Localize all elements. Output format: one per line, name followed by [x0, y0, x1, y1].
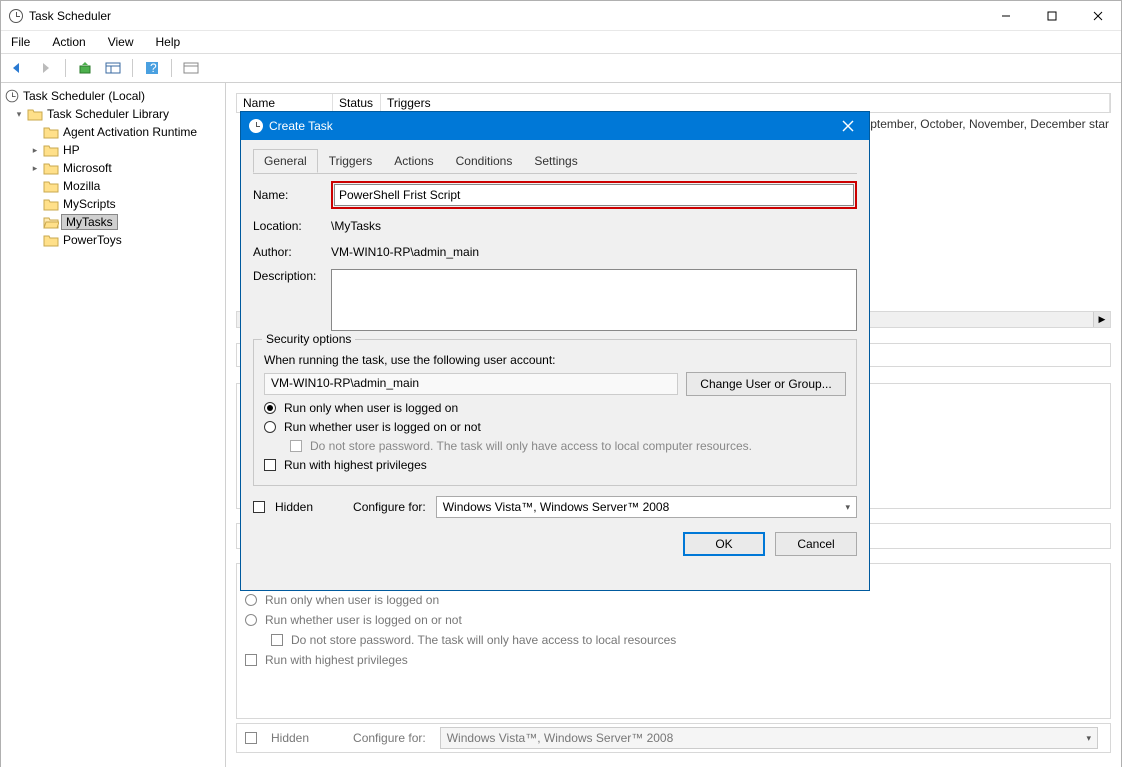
opt-no-password: Do not store password. The task will onl… — [264, 439, 846, 453]
opt-run-logged-on[interactable]: Run only when user is logged on — [264, 401, 846, 415]
menubar: File Action View Help — [1, 31, 1121, 53]
security-options: Security options When running the task, … — [253, 339, 857, 486]
change-user-button[interactable]: Change User or Group... — [686, 372, 846, 396]
tab-general[interactable]: General — [253, 149, 318, 173]
location-label: Location: — [253, 219, 331, 233]
description-textarea[interactable] — [331, 269, 857, 331]
col-triggers[interactable]: Triggers — [381, 94, 1110, 112]
folder-icon — [43, 197, 59, 211]
dialog-titlebar[interactable]: Create Task — [241, 112, 869, 140]
folder-icon — [43, 125, 59, 139]
folder-icon — [43, 161, 59, 175]
tree-root[interactable]: Task Scheduler (Local) — [3, 87, 223, 105]
col-name[interactable]: Name — [237, 94, 333, 112]
close-button[interactable] — [1075, 1, 1121, 31]
help-toolbar-button[interactable]: ? — [141, 57, 163, 79]
tree-item[interactable]: ▸HP — [3, 141, 223, 159]
menu-help[interactable]: Help — [152, 33, 185, 51]
author-value: VM-WIN10-RP\admin_main — [331, 243, 857, 261]
checkbox-icon — [271, 634, 283, 646]
bg-opt-any: Run whether user is logged on or not — [237, 610, 1110, 630]
dialog-tabs: General Triggers Actions Conditions Sett… — [253, 149, 857, 174]
scroll-right-icon[interactable]: ▶ — [1093, 312, 1110, 327]
configure-for-select[interactable]: Windows Vista™, Windows Server™ 2008 ▾ — [436, 496, 857, 518]
minimize-button[interactable] — [983, 1, 1029, 31]
user-account-field: VM-WIN10-RP\admin_main — [264, 373, 678, 395]
tree-item[interactable]: –Agent Activation Runtime — [3, 123, 223, 141]
create-task-dialog: Create Task General Triggers Actions Con… — [240, 111, 870, 591]
folder-icon — [43, 233, 59, 247]
panes-button[interactable] — [102, 57, 124, 79]
cancel-button[interactable]: Cancel — [775, 532, 857, 556]
menu-view[interactable]: View — [104, 33, 138, 51]
bg-opt-highest: Run with highest privileges — [237, 650, 1110, 670]
maximize-button[interactable] — [1029, 1, 1075, 31]
folder-icon — [43, 179, 59, 193]
forward-button[interactable] — [35, 57, 57, 79]
menu-file[interactable]: File — [7, 33, 34, 51]
dialog-icon — [249, 119, 263, 133]
dialog-close-button[interactable] — [827, 112, 869, 140]
checkbox-icon — [290, 440, 302, 452]
props-button[interactable] — [180, 57, 202, 79]
list-header: Name Status Triggers — [236, 93, 1111, 113]
opt-run-any[interactable]: Run whether user is logged on or not — [264, 420, 846, 434]
radio-selected-icon[interactable] — [264, 402, 276, 414]
tab-settings[interactable]: Settings — [523, 149, 588, 173]
radio-icon — [245, 594, 257, 606]
chevron-down-icon: ▾ — [845, 502, 850, 513]
description-label: Description: — [253, 269, 331, 283]
opt-highest-priv[interactable]: Run with highest privileges — [264, 458, 846, 472]
tree-item[interactable]: –MyScripts — [3, 195, 223, 213]
tree-pane: Task Scheduler (Local) ▾ Task Scheduler … — [1, 83, 226, 767]
tab-conditions[interactable]: Conditions — [445, 149, 524, 173]
hidden-checkbox[interactable] — [253, 501, 265, 513]
up-button[interactable] — [74, 57, 96, 79]
radio-icon — [245, 614, 257, 626]
name-label: Name: — [253, 188, 331, 202]
expander-closed-icon[interactable]: ▸ — [29, 162, 41, 174]
bg-footer: Hidden Configure for: Windows Vista™, Wi… — [236, 723, 1111, 753]
scheduler-icon — [6, 90, 19, 103]
checkbox-icon — [245, 732, 257, 744]
folder-open-icon — [43, 215, 59, 229]
tab-triggers[interactable]: Triggers — [318, 149, 384, 173]
task-name-input[interactable] — [334, 184, 854, 206]
security-legend: Security options — [262, 332, 355, 346]
expander-closed-icon[interactable]: ▸ — [29, 144, 41, 156]
col-status[interactable]: Status — [333, 94, 381, 112]
hidden-label: Hidden — [275, 500, 313, 514]
menu-action[interactable]: Action — [48, 33, 89, 51]
chevron-down-icon: ▾ — [1086, 733, 1091, 744]
folder-icon — [43, 143, 59, 157]
author-label: Author: — [253, 245, 331, 259]
bg-opt-nopw: Do not store password. The task will onl… — [237, 630, 1110, 650]
expander-open-icon[interactable]: ▾ — [13, 108, 25, 120]
dialog-title: Create Task — [269, 119, 333, 133]
folder-icon — [27, 107, 43, 121]
window-title: Task Scheduler — [29, 9, 111, 23]
svg-text:?: ? — [150, 61, 157, 75]
tree-item[interactable]: ▸Microsoft — [3, 159, 223, 177]
toolbar: ? — [1, 53, 1121, 83]
titlebar: Task Scheduler — [1, 1, 1121, 31]
tree-item[interactable]: –PowerToys — [3, 231, 223, 249]
bg-configure-select: Windows Vista™, Windows Server™ 2008▾ — [440, 727, 1098, 749]
checkbox-icon[interactable] — [264, 459, 276, 471]
checkbox-icon — [245, 654, 257, 666]
back-button[interactable] — [7, 57, 29, 79]
bg-opt-logged: Run only when user is logged on — [237, 590, 1110, 610]
radio-icon[interactable] — [264, 421, 276, 433]
tree-item[interactable]: –Mozilla — [3, 177, 223, 195]
tab-actions[interactable]: Actions — [383, 149, 444, 173]
tree-item-selected[interactable]: –MyTasks — [3, 213, 223, 231]
location-value: \MyTasks — [331, 217, 857, 235]
app-icon — [9, 9, 23, 23]
main-window: Task Scheduler File Action View Help ? — [0, 0, 1122, 767]
configure-for-label: Configure for: — [353, 500, 426, 514]
ok-button[interactable]: OK — [683, 532, 765, 556]
tree-library[interactable]: ▾ Task Scheduler Library — [3, 105, 223, 123]
name-highlight — [331, 181, 857, 209]
running-as-text: When running the task, use the following… — [264, 353, 846, 367]
